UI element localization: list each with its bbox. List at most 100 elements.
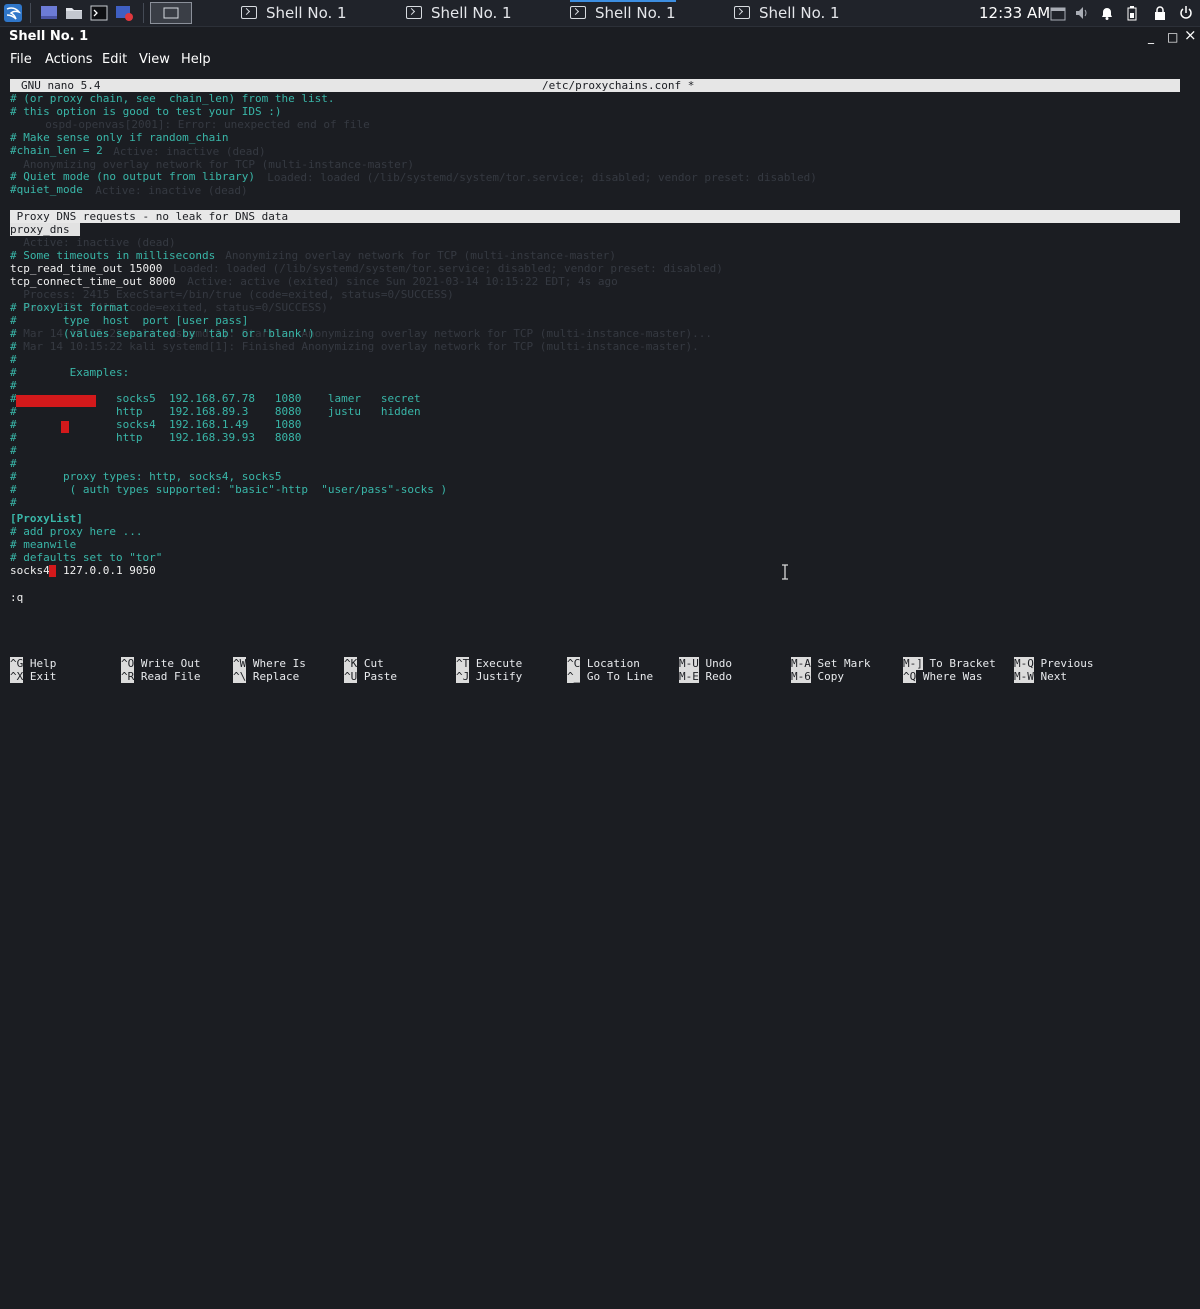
editor-line: #	[10, 457, 17, 470]
minimize-button[interactable]: _	[1148, 30, 1154, 44]
nano-version: GNU nano 5.4	[21, 79, 101, 92]
shortcut-justify[interactable]: ^J Justify	[456, 670, 522, 683]
editor-line: tcp_read_time_out 15000	[10, 262, 163, 275]
menu-file[interactable]: File	[10, 52, 32, 67]
ghost-text: ospd-openvas[2001]: Error: unexpected en…	[32, 118, 370, 131]
task-shell-1[interactable]: Shell No. 1	[241, 0, 347, 26]
menubar: File Actions Edit View Help	[0, 49, 1200, 71]
calendar-icon[interactable]	[1050, 5, 1066, 21]
red-redaction-mark	[16, 395, 96, 407]
window-title: Shell No. 1	[9, 29, 89, 44]
shortcut-read-file[interactable]: ^R Read File	[121, 670, 200, 683]
editor-line: :q	[10, 591, 24, 604]
ghost-text: Active: active (exited) since Sun 2021-0…	[174, 275, 618, 288]
kali-menu-icon[interactable]	[4, 4, 22, 22]
clock[interactable]: 12:33 AM	[979, 0, 1050, 26]
selected-line-proxy-dns: proxy_dns	[10, 223, 81, 236]
terminal-launcher-icon[interactable]	[90, 4, 108, 22]
workspace-switcher-icon[interactable]	[150, 2, 192, 24]
terminal-area[interactable]: GNU nano 5.4 /etc/proxychains.conf * osp…	[0, 74, 1200, 692]
editor-line: #	[10, 340, 17, 353]
shortcut-exit[interactable]: ^X Exit	[10, 670, 56, 683]
ghost-text: Active: inactive (dead)	[100, 145, 266, 158]
ghost-text: Anonymizing overlay network for TCP (mul…	[212, 249, 616, 262]
editor-line: tcp_connect_time_out 8000	[10, 275, 176, 288]
shortcut-help[interactable]: ^G Help	[10, 657, 56, 670]
editor-line: # meanwile	[10, 538, 77, 551]
editor-line: # defaults set to "tor"	[10, 551, 163, 564]
mouse-ibeam-icon	[782, 564, 788, 580]
highlighted-line: Proxy DNS requests - no leak for DNS dat…	[10, 210, 1180, 223]
terminal-icon	[406, 6, 422, 19]
editor-line: # (or proxy chain, see chain_len) from t…	[10, 92, 335, 105]
editor-line: # Some timeouts in milliseconds	[10, 249, 216, 262]
window-titlebar[interactable]: Shell No. 1 _ □ ×	[0, 27, 1200, 48]
editor-line: # (values separated by 'tab' or 'blank')	[10, 327, 315, 340]
editor-line: # add proxy here ...	[10, 525, 143, 538]
ghost-text: Loaded: loaded (/lib/systemd/system/tor.…	[254, 171, 817, 184]
menu-edit[interactable]: Edit	[102, 52, 127, 67]
terminal-icon	[734, 6, 750, 19]
show-desktop-icon[interactable]	[40, 4, 58, 22]
volume-icon[interactable]	[1074, 5, 1090, 21]
task-shell-3-active[interactable]: Shell No. 1	[570, 0, 676, 26]
shortcut-execute[interactable]: ^T Execute	[456, 657, 522, 670]
terminal-icon	[241, 6, 257, 19]
taskbar-separator	[143, 3, 144, 23]
maximize-button[interactable]: □	[1167, 30, 1178, 44]
editor-line: # proxy types: http, socks4, socks5	[10, 470, 282, 483]
shortcut-replace[interactable]: ^\ Replace	[233, 670, 299, 683]
ghost-text: Active: inactive (dead)	[10, 236, 176, 249]
editor-line: # this option is good to test your IDS :…	[10, 105, 282, 118]
shortcut-next[interactable]: M-W Next	[1014, 670, 1067, 683]
ghost-text: Loaded: loaded (/lib/systemd/system/tor.…	[160, 262, 723, 275]
shortcut-previous[interactable]: M-Q Previous	[1014, 657, 1093, 670]
editor-line: socks4 127.0.0.1 9050	[10, 564, 156, 577]
editor-line: #	[10, 379, 17, 392]
task-shell-4[interactable]: Shell No. 1	[734, 0, 840, 26]
editor-line: #quiet_mode	[10, 183, 83, 196]
menu-help[interactable]: Help	[181, 52, 211, 67]
shortcut-paste[interactable]: ^U Paste	[344, 670, 397, 683]
file-manager-icon[interactable]	[65, 4, 83, 22]
editor-line: # Make sense only if random_chain	[10, 131, 229, 144]
taskbar-separator	[30, 3, 31, 23]
editor-line: # ( auth types supported: "basic"-http "…	[10, 483, 448, 496]
lock-screen-icon[interactable]	[1152, 5, 1168, 21]
editor-line-section: [ProxyList]	[10, 512, 83, 525]
shortcut-go-to-line[interactable]: ^_ Go To Line	[567, 670, 653, 683]
ghost-text: Mar 14 10:15:22 kali systemd[1]: Finishe…	[10, 340, 699, 353]
shortcut-to-bracket[interactable]: M-] To Bracket	[903, 657, 996, 670]
task-shell-2[interactable]: Shell No. 1	[406, 0, 512, 26]
editor-line: #	[10, 496, 17, 509]
shortcut-cut[interactable]: ^K Cut	[344, 657, 384, 670]
shortcut-where-was[interactable]: ^Q Where Was	[903, 670, 982, 683]
shortcut-where-is[interactable]: ^W Where Is	[233, 657, 306, 670]
battery-icon[interactable]	[1124, 5, 1140, 21]
text-cursor	[49, 565, 56, 577]
editor-line: # socks4 192.168.1.49 1080	[10, 418, 302, 431]
shortcut-set-mark[interactable]: M-A Set Mark	[791, 657, 870, 670]
editor-line: # type host port [user pass]	[10, 314, 249, 327]
editor-line: # Examples:	[10, 366, 130, 379]
browser-launcher-icon[interactable]	[115, 4, 133, 22]
menu-actions[interactable]: Actions	[45, 52, 93, 67]
ghost-text: Active: inactive (dead)	[82, 184, 248, 197]
shortcut-copy[interactable]: M-6 Copy	[791, 670, 844, 683]
ghost-text: Process: 2415 ExecStart=/bin/true (code=…	[10, 288, 454, 301]
editor-line: #chain_len = 2	[10, 144, 103, 157]
close-button[interactable]: ×	[1184, 28, 1197, 43]
editor-line: # ProxyList format	[10, 301, 130, 314]
power-icon[interactable]	[1178, 5, 1194, 21]
shortcut-undo[interactable]: M-U Undo	[679, 657, 732, 670]
shortcut-write-out[interactable]: ^O Write Out	[121, 657, 200, 670]
nano-header: GNU nano 5.4 /etc/proxychains.conf *	[10, 79, 1180, 92]
notifications-bell-icon[interactable]	[1099, 5, 1115, 21]
shortcut-redo[interactable]: M-E Redo	[679, 670, 732, 683]
shortcut-location[interactable]: ^C Location	[567, 657, 640, 670]
terminal-icon	[570, 6, 586, 19]
editor-line: # Quiet mode (no output from library)	[10, 170, 256, 183]
red-cursor-mark	[61, 421, 69, 433]
editor-line: # http 192.168.39.93 8080	[10, 431, 302, 444]
menu-view[interactable]: View	[139, 52, 170, 67]
